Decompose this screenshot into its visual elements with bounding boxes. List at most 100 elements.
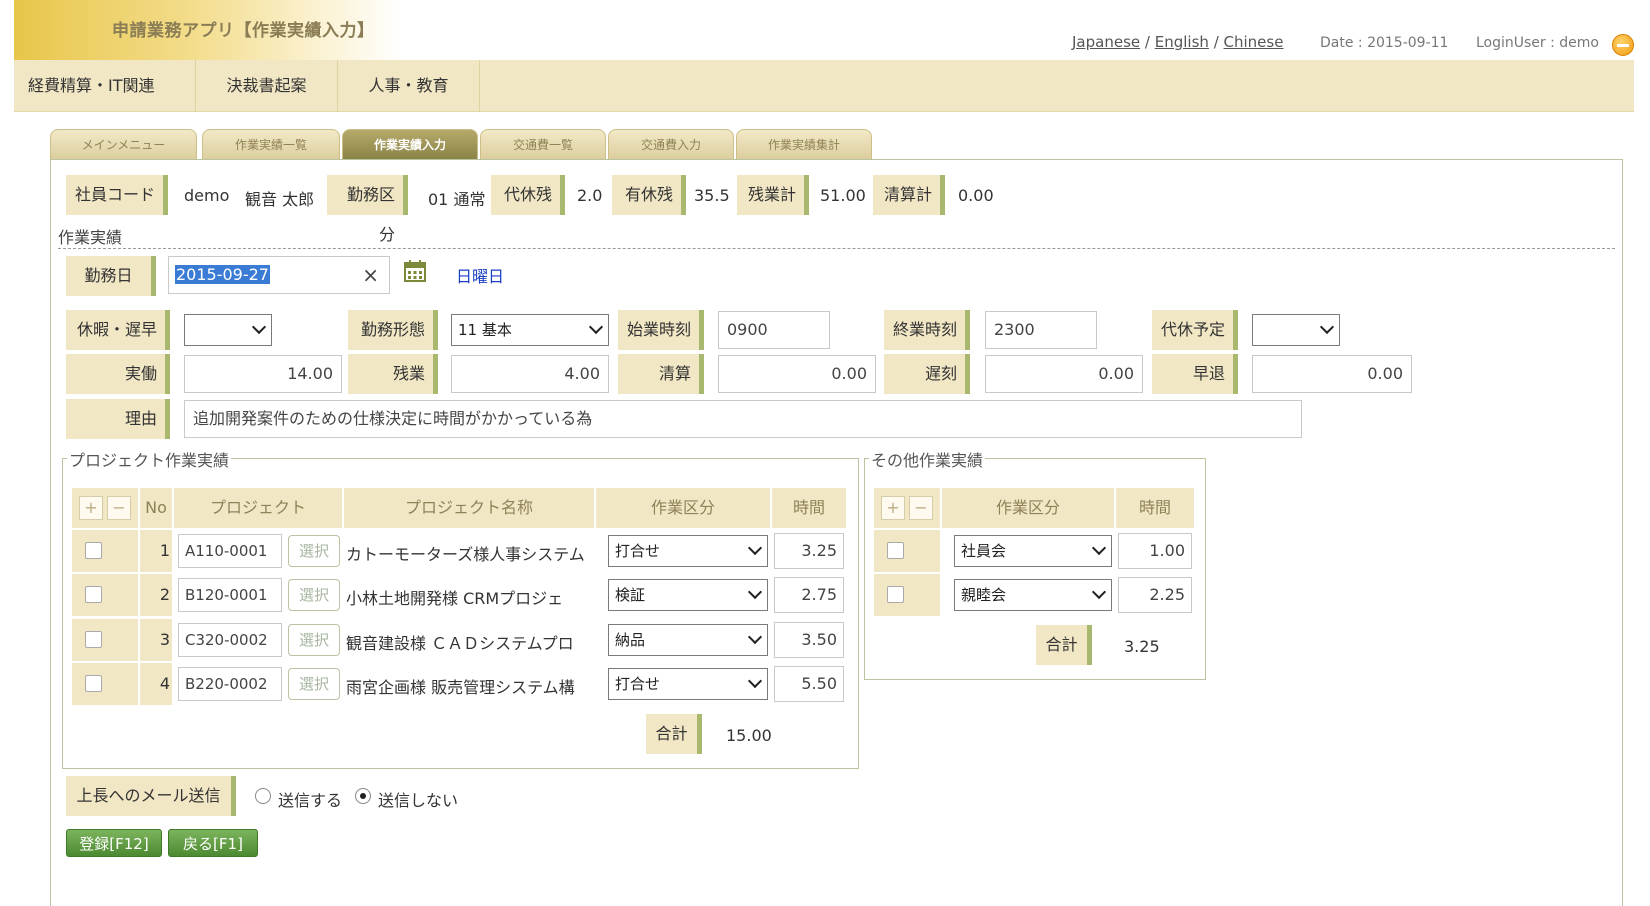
- language-switcher: Japanese / English / Chinese: [1072, 33, 1283, 51]
- logout-icon[interactable]: [1612, 34, 1634, 56]
- time-input[interactable]: 2.75: [774, 577, 844, 613]
- overtime-input[interactable]: 4.00: [451, 355, 609, 393]
- project-name: 雨宮企画様 販売管理システム構: [346, 678, 575, 697]
- settle-total: 0.00: [958, 186, 994, 205]
- late-input[interactable]: 0.00: [985, 355, 1143, 393]
- time-input[interactable]: 5.50: [774, 666, 844, 702]
- early-label: 早退: [1152, 354, 1238, 394]
- overtime-total-label: 残業計: [737, 175, 809, 215]
- work-kind-select[interactable]: 納品: [608, 624, 768, 656]
- reason-input[interactable]: 追加開発案件のための仕様決定に時間がかかっている為: [184, 400, 1302, 438]
- lang-sep: /: [1213, 33, 1219, 51]
- comp-plan-select[interactable]: [1252, 314, 1340, 346]
- leave-select[interactable]: [184, 314, 272, 346]
- work-kind-value: 打合せ: [615, 675, 661, 693]
- chevron-down-icon: [747, 629, 763, 645]
- mail-label: 上長へのメール送信: [66, 776, 236, 816]
- tab-main-menu[interactable]: メインメニュー: [50, 129, 197, 159]
- project-code-input[interactable]: B120-0001: [178, 578, 282, 612]
- work-kind-value: 打合せ: [615, 542, 661, 560]
- mail-nosend-radio[interactable]: [355, 788, 371, 804]
- paid-rest: 35.5: [694, 186, 730, 205]
- row-checkbox[interactable]: [887, 586, 904, 603]
- end-time-input[interactable]: 2300: [985, 311, 1097, 349]
- row-checkbox[interactable]: [887, 542, 904, 559]
- select-project-button[interactable]: 選択: [288, 579, 340, 611]
- mail-send-radio[interactable]: [255, 788, 271, 804]
- back-button[interactable]: 戻る[F1]: [168, 829, 258, 857]
- actual-input[interactable]: 14.00: [184, 355, 342, 393]
- tab-transport-entry[interactable]: 交通費入力: [608, 129, 734, 159]
- work-date-value: 2015-09-27: [175, 265, 270, 284]
- project-code-input[interactable]: C320-0002: [178, 623, 282, 657]
- tab-work-entry[interactable]: 作業実績入力: [342, 129, 478, 159]
- late-label: 遅刻: [884, 354, 970, 394]
- other-kind-value: 社員会: [961, 542, 1007, 560]
- project-header-code: プロジェクト: [174, 488, 342, 528]
- nav-item-approval[interactable]: 決裁書起案: [196, 60, 338, 112]
- select-project-button[interactable]: 選択: [288, 535, 340, 567]
- work-date-input[interactable]: 2015-09-27 ×: [168, 256, 390, 294]
- project-code-input[interactable]: B220-0002: [178, 667, 282, 701]
- lang-english-link[interactable]: English: [1155, 33, 1209, 51]
- clear-icon[interactable]: ×: [362, 257, 379, 293]
- work-date-label: 勤務日: [66, 256, 156, 296]
- table-row-bg: [72, 530, 138, 572]
- add-row-icon[interactable]: +: [79, 496, 103, 520]
- lang-japanese-link[interactable]: Japanese: [1072, 33, 1140, 51]
- project-legend: プロジェクト作業実績: [67, 447, 232, 471]
- tab-work-summary[interactable]: 作業実績集計: [736, 129, 872, 159]
- paid-rest-label: 有休残: [612, 175, 686, 215]
- emp-name: 観音 太郎: [245, 190, 315, 209]
- tab-transport-list[interactable]: 交通費一覧: [480, 129, 606, 159]
- table-row-bg: [874, 530, 940, 572]
- row-checkbox[interactable]: [85, 542, 102, 559]
- remove-row-icon[interactable]: −: [909, 496, 933, 520]
- lang-chinese-link[interactable]: Chinese: [1224, 33, 1284, 51]
- nav-item-hr[interactable]: 人事・教育: [338, 60, 480, 112]
- other-time-input[interactable]: 2.25: [1118, 577, 1192, 613]
- emp-code-label: 社員コード: [66, 175, 168, 215]
- project-name: 小林土地開発様 CRMプロジェ: [346, 589, 564, 608]
- leave-label: 休暇・遅早: [66, 310, 170, 350]
- emp-code: demo: [184, 186, 230, 205]
- lang-sep: /: [1144, 33, 1150, 51]
- start-time-input[interactable]: 0900: [718, 311, 830, 349]
- settle-input[interactable]: 0.00: [718, 355, 876, 393]
- start-time-label: 始業時刻: [618, 310, 704, 350]
- mail-nosend-label[interactable]: 送信しない: [378, 787, 458, 811]
- work-kind-select[interactable]: 検証: [608, 579, 768, 611]
- nav-item-expense[interactable]: 経費精算・IT関連: [14, 60, 196, 112]
- login-user: LoginUser : demo: [1476, 35, 1599, 51]
- end-time-label: 終業時刻: [884, 310, 970, 350]
- project-total-label: 合計: [646, 714, 702, 754]
- tab-work-list[interactable]: 作業実績一覧: [202, 129, 340, 159]
- row-checkbox[interactable]: [85, 631, 102, 648]
- current-date: Date : 2015-09-11: [1320, 35, 1449, 51]
- project-total: 15.00: [726, 726, 772, 745]
- chevron-down-icon: [1091, 540, 1107, 556]
- select-project-button[interactable]: 選択: [288, 624, 340, 656]
- time-input[interactable]: 3.25: [774, 533, 844, 569]
- time-input[interactable]: 3.50: [774, 622, 844, 658]
- project-header-no: No: [140, 488, 172, 528]
- other-kind-select[interactable]: 親睦会: [954, 579, 1112, 611]
- register-button[interactable]: 登録[F12]: [66, 829, 162, 857]
- work-kind-select[interactable]: 打合せ: [608, 535, 768, 567]
- row-checkbox[interactable]: [85, 586, 102, 603]
- mail-send-label[interactable]: 送信する: [278, 787, 342, 811]
- select-project-button[interactable]: 選択: [288, 668, 340, 700]
- other-kind-select[interactable]: 社員会: [954, 535, 1112, 567]
- other-kind-value: 親睦会: [961, 586, 1007, 604]
- work-kind-select[interactable]: 打合せ: [608, 668, 768, 700]
- comp-plan-label: 代休予定: [1152, 310, 1238, 350]
- calendar-icon[interactable]: [404, 260, 426, 282]
- project-code-input[interactable]: A110-0001: [178, 534, 282, 568]
- early-input[interactable]: 0.00: [1252, 355, 1412, 393]
- other-time-input[interactable]: 1.00: [1118, 533, 1192, 569]
- remove-row-icon[interactable]: −: [107, 496, 131, 520]
- add-row-icon[interactable]: +: [881, 496, 905, 520]
- row-checkbox[interactable]: [85, 675, 102, 692]
- row-no: 2: [159, 585, 170, 604]
- work-type-select[interactable]: 11 基本: [451, 314, 609, 346]
